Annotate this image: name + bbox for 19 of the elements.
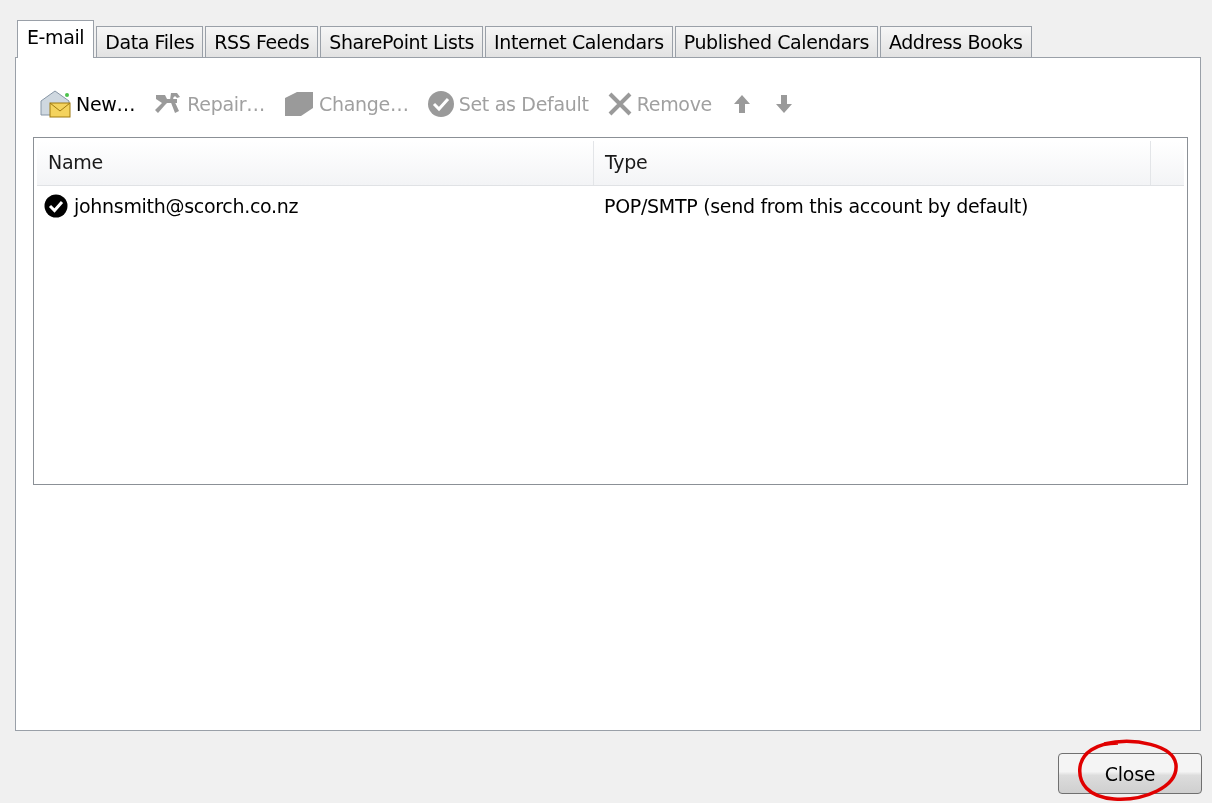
- tab[interactable]: Address Books: [879, 26, 1032, 57]
- account-name[interactable]: johnsmith@scorch.co.nz: [74, 195, 299, 217]
- column-header[interactable]: Type: [594, 141, 1151, 185]
- envelope-icon: [38, 89, 72, 119]
- new-button[interactable]: New…: [36, 87, 138, 121]
- close-button[interactable]: Close: [1058, 753, 1202, 794]
- down-arrow-icon: [775, 94, 793, 114]
- x-icon: [606, 91, 633, 117]
- tab[interactable]: Internet Calendars: [485, 26, 673, 57]
- tab[interactable]: Published Calendars: [674, 26, 878, 57]
- tab[interactable]: E-mail: [17, 20, 95, 58]
- tab[interactable]: RSS Feeds: [205, 26, 319, 57]
- tab[interactable]: SharePoint Lists: [320, 26, 484, 57]
- tab[interactable]: Data Files: [96, 26, 204, 57]
- account-type: POP/SMTP (send from this account by default): [603, 195, 1030, 217]
- box-icon: [283, 90, 315, 118]
- up-arrow-icon: [733, 94, 751, 114]
- check-circle-icon: [426, 90, 455, 118]
- column-header[interactable]: Name: [37, 141, 594, 185]
